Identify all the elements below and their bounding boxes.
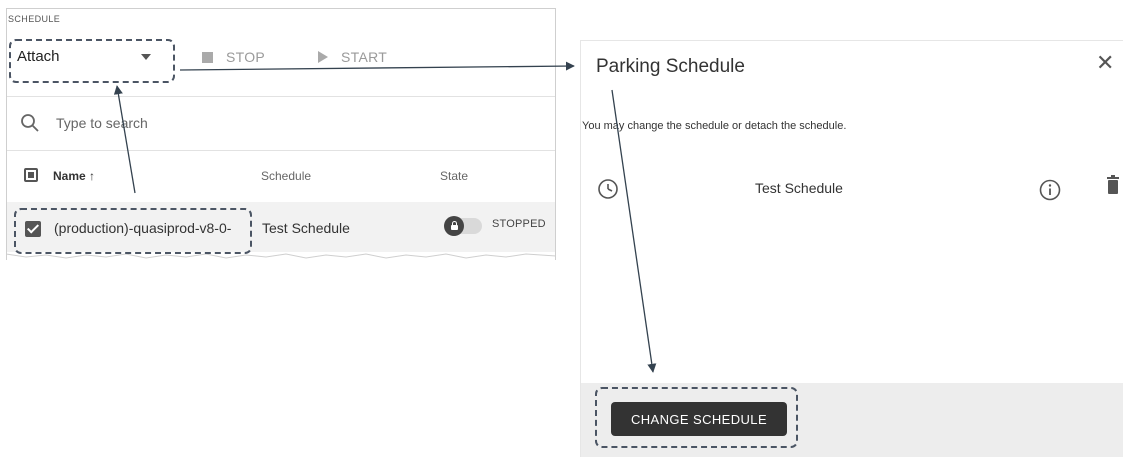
arrow-title-to-button [611,89,657,373]
arrow-row-to-select [113,85,136,194]
arrow-select-to-dialog [179,61,575,71]
annotation-arrows [113,61,657,373]
